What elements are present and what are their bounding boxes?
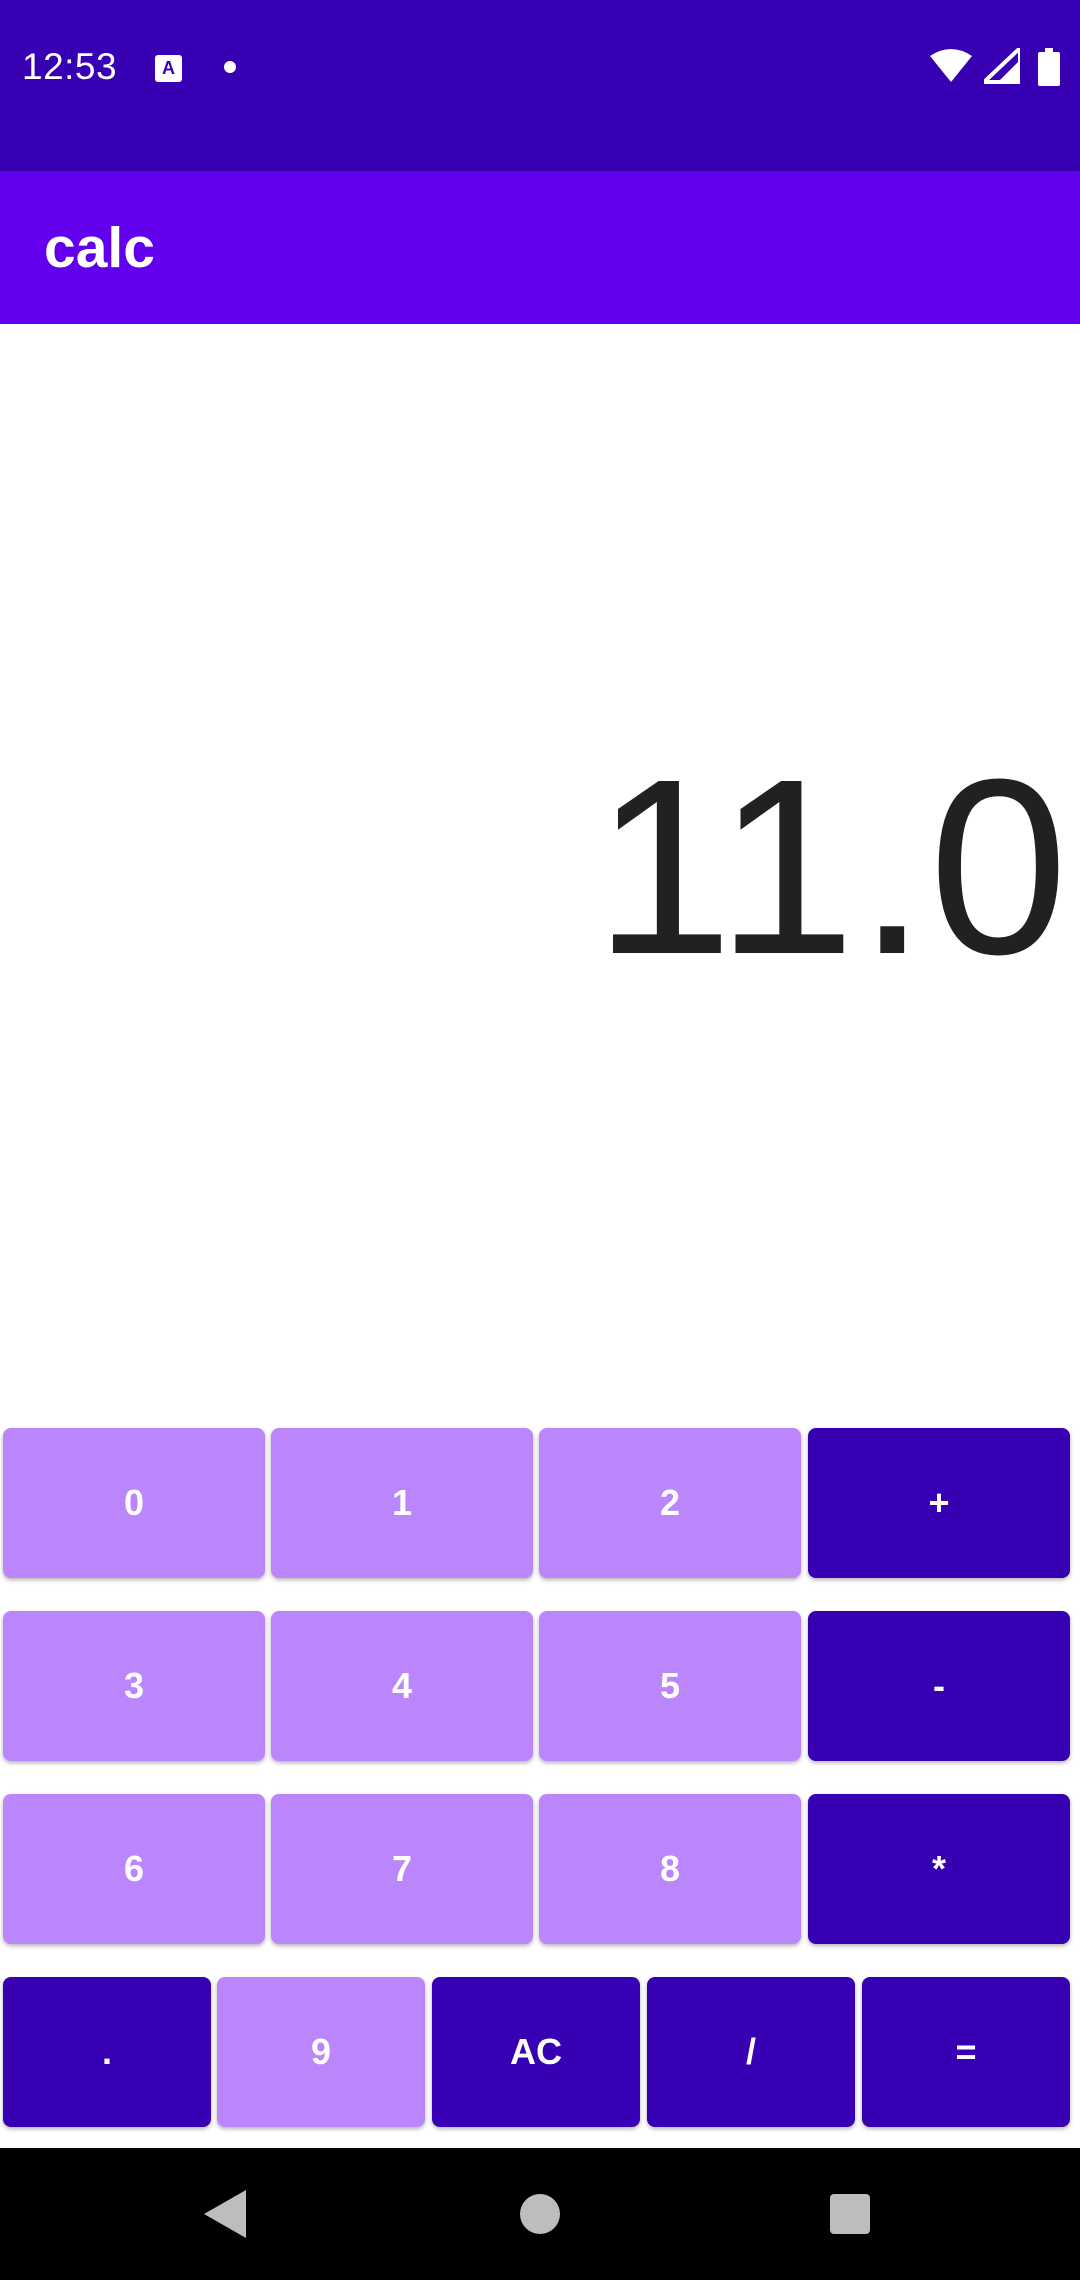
key-2[interactable]: 2 <box>539 1428 801 1578</box>
key-minus[interactable]: - <box>808 1611 1070 1761</box>
calculator-screen: 12:53 A calc 11.0 0 1 2 + 3 4 5 - 6 7 8 … <box>0 0 1080 2280</box>
wifi-icon <box>930 49 972 82</box>
key-1[interactable]: 1 <box>271 1428 533 1578</box>
display-value: 11.0 <box>593 727 1070 1006</box>
home-icon[interactable] <box>520 2194 560 2234</box>
key-7[interactable]: 7 <box>271 1794 533 1944</box>
key-plus[interactable]: + <box>808 1428 1070 1578</box>
cell-signal-icon <box>984 48 1020 84</box>
notification-dot-icon <box>224 61 236 73</box>
status-time: 12:53 <box>22 46 118 87</box>
key-6[interactable]: 6 <box>3 1794 265 1944</box>
key-3[interactable]: 3 <box>3 1611 265 1761</box>
key-all-clear[interactable]: AC <box>432 1977 640 2127</box>
key-5[interactable]: 5 <box>539 1611 801 1761</box>
key-equals[interactable]: = <box>862 1977 1070 2127</box>
key-9[interactable]: 9 <box>217 1977 425 2127</box>
back-icon[interactable] <box>204 2190 246 2238</box>
key-8[interactable]: 8 <box>539 1794 801 1944</box>
navigation-bar <box>0 2148 1080 2280</box>
recents-icon[interactable] <box>830 2194 870 2234</box>
key-divide[interactable]: / <box>647 1977 855 2127</box>
battery-icon <box>1038 48 1060 86</box>
keyboard-a-icon: A <box>155 55 182 82</box>
status-bar: 12:53 A <box>0 0 1080 171</box>
key-multiply[interactable]: * <box>808 1794 1070 1944</box>
calculator-display: 11.0 <box>0 324 1080 1424</box>
app-title: calc <box>44 216 155 280</box>
key-decimal[interactable]: . <box>3 1977 211 2127</box>
key-4[interactable]: 4 <box>271 1611 533 1761</box>
key-0[interactable]: 0 <box>3 1428 265 1578</box>
app-bar: calc <box>0 171 1080 324</box>
